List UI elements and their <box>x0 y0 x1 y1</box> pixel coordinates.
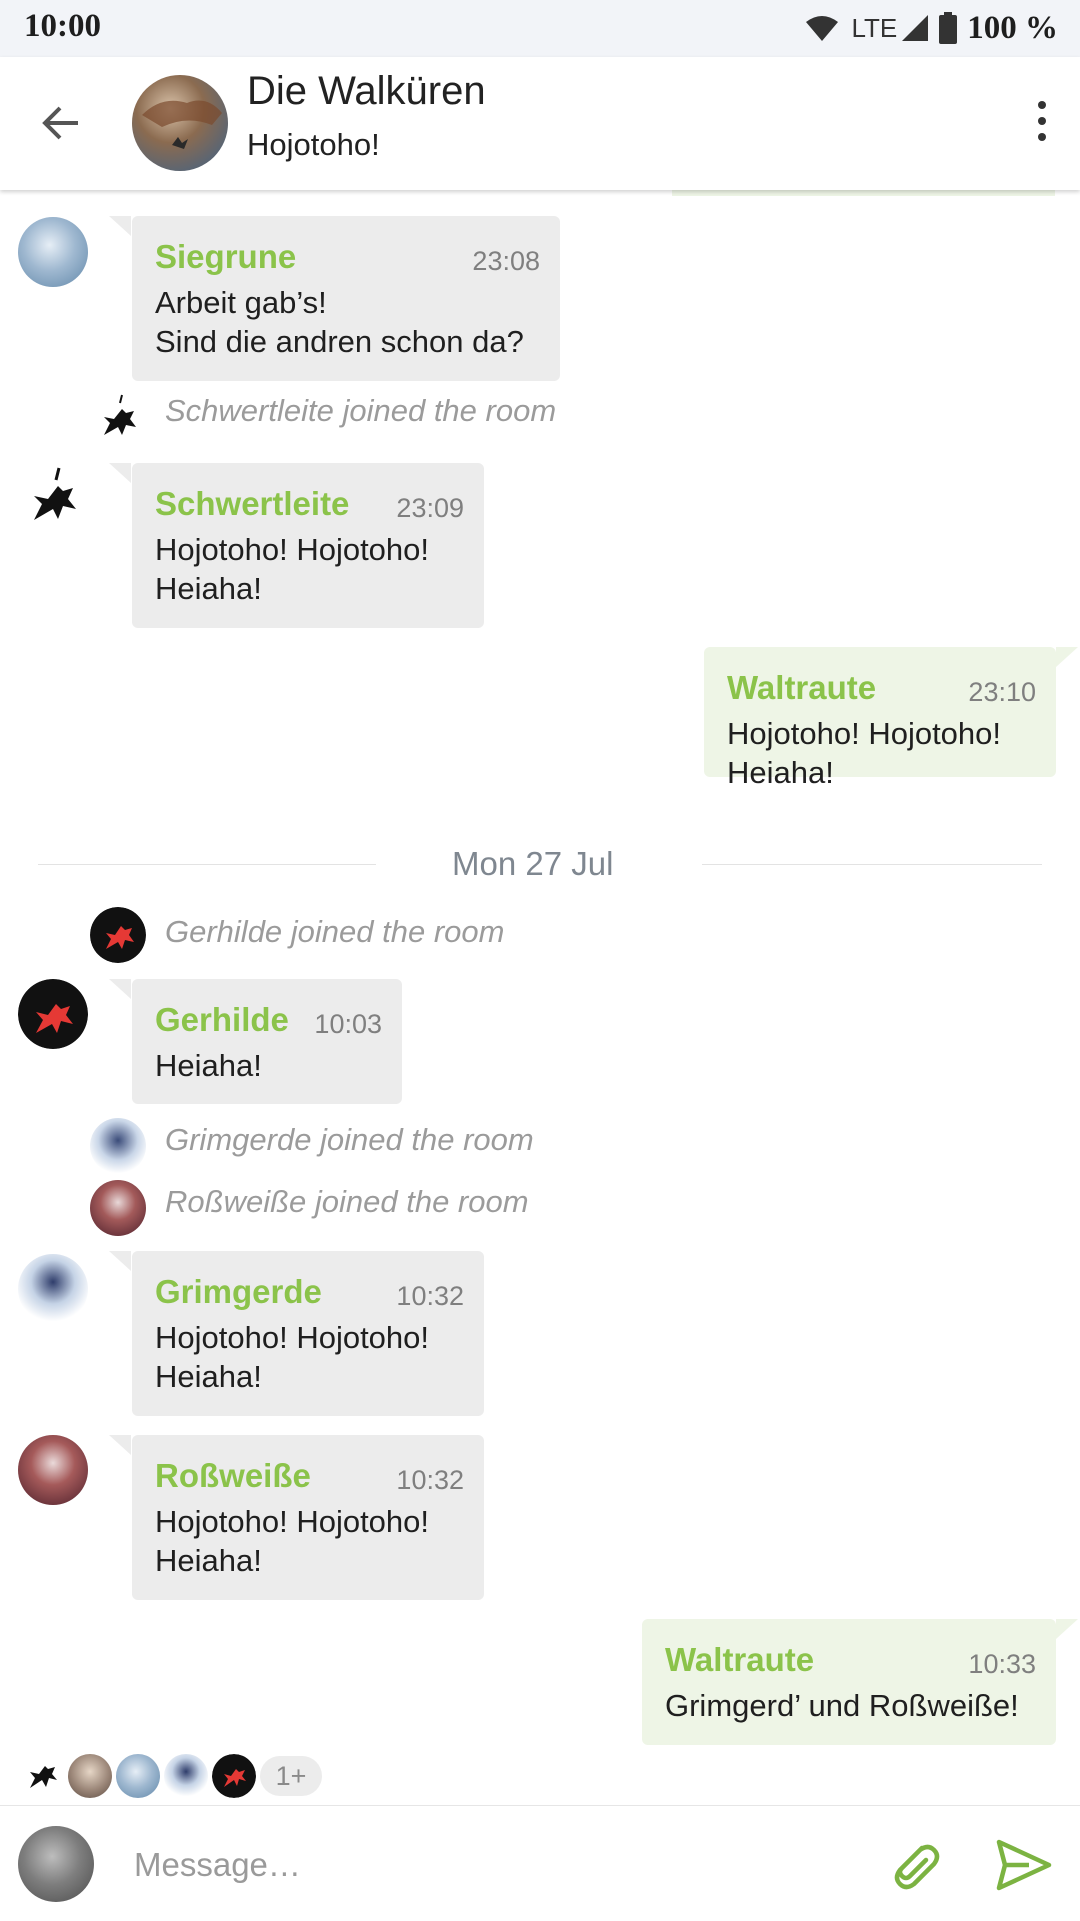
message-body: Hojotoho! Hojotoho! Heiaha! <box>155 1320 430 1394</box>
bubble-tail <box>1056 647 1078 667</box>
send-icon[interactable] <box>995 1836 1053 1894</box>
status-icons: LTE 100 % <box>805 8 1058 48</box>
bubble-tail <box>109 979 131 999</box>
message-sender[interactable]: Waltraute <box>727 669 876 707</box>
room-title[interactable]: Die Walküren <box>247 69 486 114</box>
avatar-siegrune[interactable] <box>18 217 88 287</box>
avatar-schwertleite-small[interactable] <box>90 393 146 449</box>
day-separator: Mon 27 Jul <box>452 845 614 882</box>
membership-event: Gerhilde joined the room <box>165 914 505 949</box>
receipt-more-count[interactable]: 1+ <box>260 1756 322 1796</box>
message-input[interactable] <box>132 1836 856 1894</box>
message-body: Heiaha! <box>155 1048 262 1083</box>
avatar-grimgerde[interactable] <box>18 1254 88 1324</box>
membership-event: Schwertleite joined the room <box>165 393 557 428</box>
message-bubble-grimgerde[interactable]: Grimgerde 10:32 Hojotoho! Hojotoho! Heia… <box>132 1251 484 1416</box>
message-bubble-siegrune[interactable]: Siegrune 23:08 Arbeit gab’s! Sind die an… <box>132 216 560 381</box>
previous-message-edge <box>672 190 1055 196</box>
message-body: Hojotoho! Hojotoho! Heiaha! <box>155 532 430 606</box>
status-time: 10:00 <box>24 8 101 44</box>
message-sender[interactable]: Waltraute <box>665 1641 814 1679</box>
bubble-tail <box>109 1251 131 1271</box>
message-time: 10:32 <box>396 1281 464 1311</box>
room-header: Die Walküren Hojotoho! <box>0 57 1080 190</box>
avatar-rossweisse[interactable] <box>18 1435 88 1505</box>
overflow-menu-icon[interactable] <box>1032 101 1052 147</box>
day-separator-line-left <box>38 864 376 865</box>
bubble-tail <box>109 216 131 236</box>
message-bubble-waltraute[interactable]: Waltraute 23:10 Hojotoho! Hojotoho! Heia… <box>704 647 1056 790</box>
message-body: Hojotoho! Hojotoho! Heiaha! <box>155 1504 430 1578</box>
message-time: 23:09 <box>396 493 464 523</box>
message-bubble-rossweisse[interactable]: Roßweiße 10:32 Hojotoho! Hojotoho! Heiah… <box>132 1435 484 1600</box>
signal-icon <box>902 15 929 41</box>
avatar-gerhilde[interactable] <box>18 979 88 1049</box>
message-bubble-waltraute[interactable]: Waltraute 10:33 Grimgerd’ und Roßweiße! <box>642 1619 1056 1745</box>
message-bubble-gerhilde[interactable]: Gerhilde 10:03 Heiaha! <box>132 979 402 1104</box>
receipt-avatar-gerhilde <box>212 1754 256 1798</box>
receipt-avatar-grimgerde <box>164 1754 208 1798</box>
message-sender[interactable]: Roßweiße <box>155 1457 311 1495</box>
membership-event: Roßweiße joined the room <box>165 1184 529 1219</box>
paperclip-icon[interactable] <box>882 1834 942 1894</box>
room-avatar[interactable] <box>132 75 228 171</box>
message-time: 10:03 <box>314 1009 382 1039</box>
battery-icon <box>939 12 958 44</box>
membership-event: Grimgerde joined the room <box>165 1122 534 1157</box>
message-time: 23:08 <box>472 246 540 276</box>
read-receipts[interactable]: 1+ <box>20 1752 322 1800</box>
message-time: 10:33 <box>968 1649 1036 1679</box>
receipt-avatar-siegrune <box>116 1754 160 1798</box>
avatar-gerhilde-small[interactable] <box>90 907 146 963</box>
status-bar: 10:00 LTE 100 % <box>0 0 1080 57</box>
avatar-grimgerde-small[interactable] <box>90 1118 146 1174</box>
room-topic[interactable]: Hojotoho! <box>247 127 380 163</box>
battery-level: 100 % <box>967 9 1058 46</box>
back-arrow-icon[interactable] <box>40 102 82 144</box>
message-time: 10:32 <box>396 1465 464 1495</box>
bubble-tail <box>1056 1619 1078 1639</box>
message-sender[interactable]: Schwertleite <box>155 485 349 523</box>
message-sender[interactable]: Grimgerde <box>155 1273 322 1311</box>
avatar-schwertleite[interactable] <box>18 466 88 536</box>
message-bubble-schwertleite[interactable]: Schwertleite 23:09 Hojotoho! Hojotoho! H… <box>132 463 484 628</box>
own-avatar[interactable] <box>18 1826 94 1902</box>
receipt-avatar-schwertleite <box>30 1766 57 1788</box>
message-body: Arbeit gab’s! Sind die andren schon da? <box>155 285 524 359</box>
day-separator-line-right <box>702 864 1042 865</box>
network-type: LTE <box>851 12 898 43</box>
message-sender[interactable]: Gerhilde <box>155 1001 289 1039</box>
bubble-tail <box>109 1435 131 1455</box>
bubble-tail <box>109 463 131 483</box>
message-body: Hojotoho! Hojotoho! Heiaha! <box>727 716 1002 790</box>
receipt-avatar-2 <box>68 1754 112 1798</box>
message-timeline[interactable]: Siegrune 23:08 Arbeit gab’s! Sind die an… <box>0 190 1080 1805</box>
message-sender[interactable]: Siegrune <box>155 238 296 276</box>
message-time: 23:10 <box>968 677 1036 707</box>
message-composer <box>0 1805 1080 1921</box>
wifi-icon <box>806 16 839 41</box>
message-body: Grimgerd’ und Roßweiße! <box>665 1688 1019 1723</box>
avatar-rossweisse-small[interactable] <box>90 1180 146 1236</box>
